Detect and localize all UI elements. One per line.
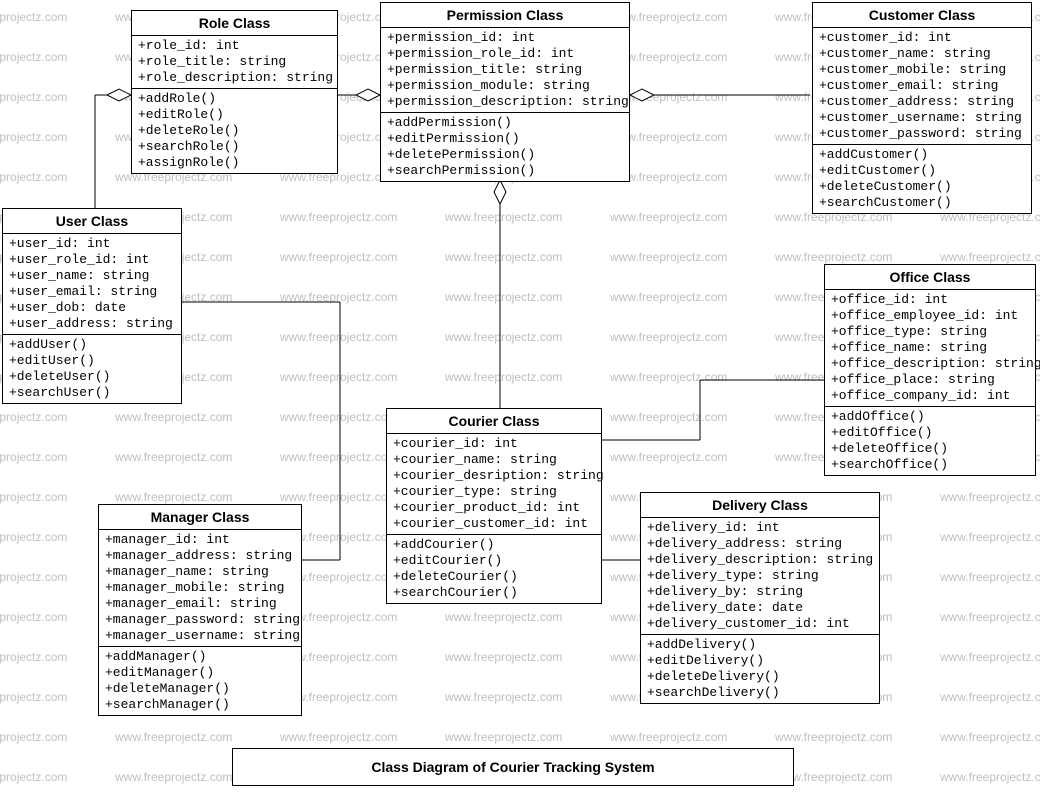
watermark-text: www.freeprojectz.com [280,290,397,304]
watermark-text: www.freeprojectz.com [0,130,67,144]
watermark-text: www.freeprojectz.com [940,650,1040,664]
watermark-text: www.freeprojectz.com [610,370,727,384]
class-attributes: +user_id: int +user_role_id: int +user_n… [3,234,181,335]
watermark-text: www.freeprojectz.com [0,90,67,104]
watermark-text: www.freeprojectz.com [610,250,727,264]
watermark-text: www.freeprojectz.com [0,10,67,24]
class-methods: +addDelivery() +editDelivery() +deleteDe… [641,635,879,703]
watermark-text: www.freeprojectz.com [940,490,1040,504]
watermark-text: www.freeprojectz.com [445,330,562,344]
class-permission: Permission Class +permission_id: int +pe… [380,2,630,182]
class-methods: +addOffice() +editOffice() +deleteOffice… [825,407,1035,475]
class-title: Role Class [132,11,337,36]
class-attributes: +office_id: int +office_employee_id: int… [825,290,1035,407]
class-title: Manager Class [99,505,301,530]
watermark-text: www.freeprojectz.com [0,690,67,704]
class-title: Permission Class [381,3,629,28]
watermark-text: www.freeprojectz.com [610,290,727,304]
watermark-text: www.freeprojectz.com [0,50,67,64]
class-title: Customer Class [813,3,1031,28]
watermark-text: www.freeprojectz.com [610,330,727,344]
watermark-text: www.freeprojectz.com [445,250,562,264]
class-courier: Courier Class +courier_id: int +courier_… [386,408,602,604]
watermark-text: www.freeprojectz.com [610,730,727,744]
class-attributes: +permission_id: int +permission_role_id:… [381,28,629,113]
class-methods: +addPermission() +editPermission() +dele… [381,113,629,181]
class-title: Office Class [825,265,1035,290]
class-title: Delivery Class [641,493,879,518]
watermark-text: www.freeprojectz.com [940,530,1040,544]
class-methods: +addCustomer() +editCustomer() +deleteCu… [813,145,1031,213]
watermark-text: www.freeprojectz.com [775,250,892,264]
diamond-permission-role [356,89,380,101]
watermark-text: www.freeprojectz.com [940,730,1040,744]
class-attributes: +role_id: int +role_title: string +role_… [132,36,337,89]
watermark-text: www.freeprojectz.com [0,450,67,464]
class-attributes: +courier_id: int +courier_name: string +… [387,434,601,535]
watermark-text: www.freeprojectz.com [115,410,232,424]
watermark-text: www.freeprojectz.com [280,370,397,384]
diamond-role-user [107,89,131,101]
class-user: User Class +user_id: int +user_role_id: … [2,208,182,404]
class-title: User Class [3,209,181,234]
watermark-text: www.freeprojectz.com [280,450,397,464]
diagram-title: Class Diagram of Courier Tracking System [232,748,794,786]
class-role: Role Class +role_id: int +role_title: st… [131,10,338,174]
class-methods: +addUser() +editUser() +deleteUser() +se… [3,335,181,403]
class-attributes: +customer_id: int +customer_name: string… [813,28,1031,145]
watermark-text: www.freeprojectz.com [0,770,67,784]
watermark-text: www.freeprojectz.com [940,570,1040,584]
diamond-permission-courier [494,180,506,204]
watermark-text: www.freeprojectz.com [0,490,67,504]
watermark-text: www.freeprojectz.com [940,770,1040,784]
watermark-text: www.freeprojectz.com [940,250,1040,264]
class-methods: +addManager() +editManager() +deleteMana… [99,647,301,715]
watermark-text: www.freeprojectz.com [0,170,67,184]
watermark-text: www.freeprojectz.com [0,650,67,664]
watermark-text: www.freeprojectz.com [0,610,67,624]
class-title: Courier Class [387,409,601,434]
class-office: Office Class +office_id: int +office_emp… [824,264,1036,476]
watermark-text: www.freeprojectz.com [445,650,562,664]
watermark-text: www.freeprojectz.com [280,250,397,264]
watermark-text: www.freeprojectz.com [445,610,562,624]
watermark-text: www.freeprojectz.com [940,690,1040,704]
class-methods: +addCourier() +editCourier() +deleteCour… [387,535,601,603]
watermark-text: www.freeprojectz.com [610,210,727,224]
watermark-text: www.freeprojectz.com [280,490,397,504]
watermark-text: www.freeprojectz.com [280,210,397,224]
watermark-text: www.freeprojectz.com [775,730,892,744]
watermark-text: www.freeprojectz.com [445,690,562,704]
watermark-text: www.freeprojectz.com [115,450,232,464]
watermark-text: www.freeprojectz.com [115,490,232,504]
watermark-text: www.freeprojectz.com [0,530,67,544]
watermark-text: www.freeprojectz.com [445,290,562,304]
watermark-text: www.freeprojectz.com [115,770,232,784]
diamond-permission-customer [630,89,654,101]
watermark-text: www.freeprojectz.com [445,730,562,744]
watermark-text: www.freeprojectz.com [280,410,397,424]
class-customer: Customer Class +customer_id: int +custom… [812,2,1032,214]
watermark-text: www.freeprojectz.com [445,370,562,384]
watermark-text: www.freeprojectz.com [280,730,397,744]
watermark-text: www.freeprojectz.com [610,410,727,424]
watermark-text: www.freeprojectz.com [940,610,1040,624]
class-attributes: +manager_id: int +manager_address: strin… [99,530,301,647]
class-methods: +addRole() +editRole() +deleteRole() +se… [132,89,337,173]
class-attributes: +delivery_id: int +delivery_address: str… [641,518,879,635]
watermark-text: www.freeprojectz.com [0,730,67,744]
watermark-text: www.freeprojectz.com [0,410,67,424]
class-delivery: Delivery Class +delivery_id: int +delive… [640,492,880,704]
watermark-text: www.freeprojectz.com [0,570,67,584]
watermark-text: www.freeprojectz.com [610,450,727,464]
watermark-text: www.freeprojectz.com [445,210,562,224]
watermark-text: www.freeprojectz.com [280,330,397,344]
class-manager: Manager Class +manager_id: int +manager_… [98,504,302,716]
watermark-text: www.freeprojectz.com [115,730,232,744]
